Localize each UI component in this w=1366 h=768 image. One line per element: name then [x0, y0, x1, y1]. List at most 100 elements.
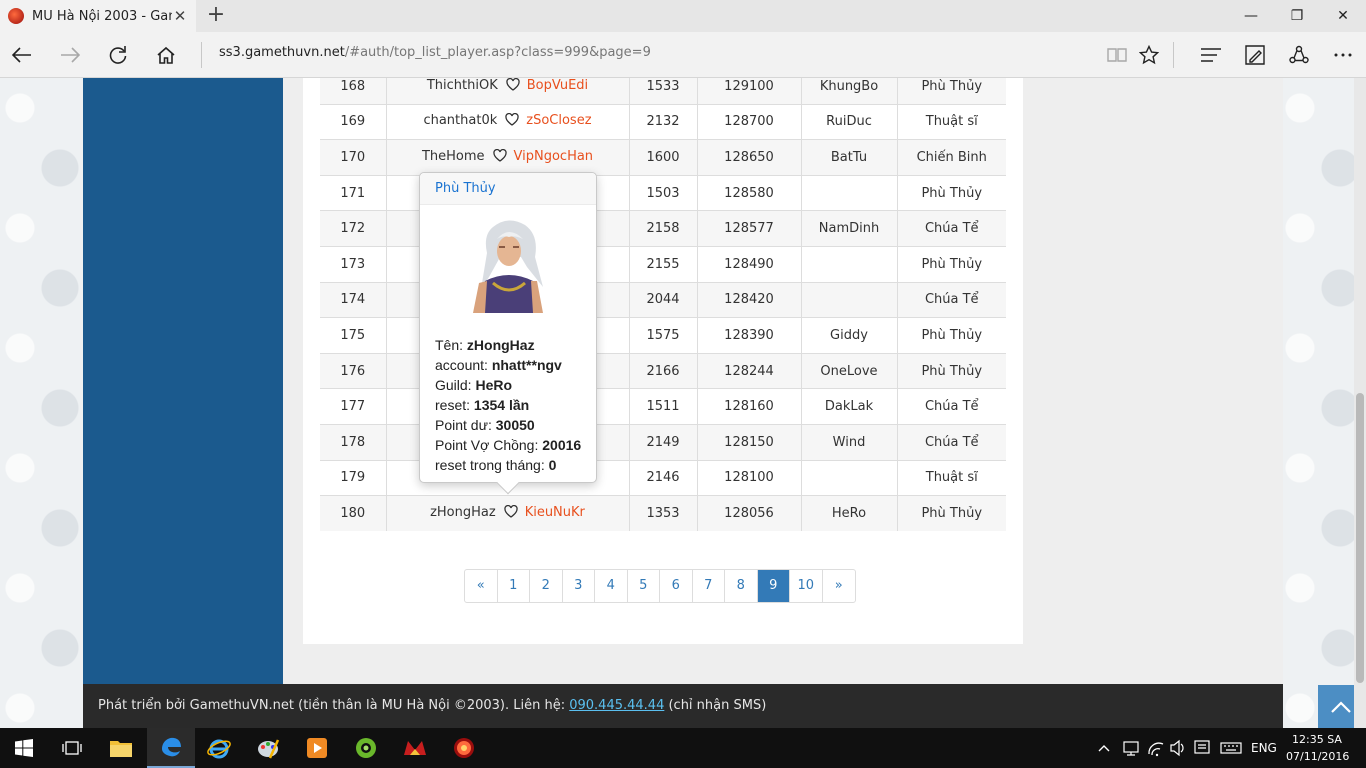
table-row: 168 ThichthiOK BopVuEdi 1533 129100 KhungBo Ph…	[320, 78, 1006, 105]
partner-name-link[interactable]: KieuNuKr	[525, 505, 585, 520]
language-indicator[interactable]: ENG	[1251, 728, 1277, 768]
mu-game-icon[interactable]	[440, 728, 488, 768]
resets-cell: 2149	[629, 423, 698, 461]
wifi-icon[interactable]	[1147, 728, 1165, 768]
guild-cell	[801, 281, 898, 318]
popover-line-guild: Guild: HeRo	[435, 377, 513, 393]
class-cell: Chúa Tể	[897, 388, 1006, 425]
class-cell: Chúa Tể	[897, 210, 1006, 247]
player-name-link[interactable]: zHongHaz	[430, 505, 496, 520]
system-clock[interactable]: 12:35 SA 07/11/2016	[1286, 731, 1349, 765]
footer-sms-note: (chỉ nhận SMS)	[664, 698, 767, 713]
toolbar-divider	[1173, 42, 1174, 68]
resets-cell: 2158	[629, 210, 698, 247]
class-cell: Thuật sĩ	[897, 103, 1006, 140]
player-name-link[interactable]: chanthat0k	[423, 113, 497, 128]
paint-icon[interactable]	[244, 728, 292, 768]
media-player-icon[interactable]	[293, 728, 341, 768]
network-wired-icon[interactable]	[1122, 728, 1140, 768]
mu-online-icon[interactable]	[391, 728, 439, 768]
rank-cell: 179	[320, 459, 387, 496]
guild-cell: OneLove	[801, 352, 898, 389]
browser-navbar: ss3.gamethuvn.net/#auth/top_list_player.…	[0, 32, 1366, 78]
task-view-icon[interactable]	[48, 728, 96, 768]
guild-cell: Giddy	[801, 317, 898, 354]
pagination-page-8[interactable]: 8	[725, 570, 758, 602]
player-couple-cell: TheHome VipNgocHan	[386, 139, 630, 176]
guild-cell: BatTu	[801, 139, 898, 176]
pagination-page-4[interactable]: 4	[595, 570, 628, 602]
rank-cell: 173	[320, 245, 387, 283]
pagination-page-5[interactable]: 5	[628, 570, 660, 602]
page-viewport: 168 ThichthiOK BopVuEdi 1533 129100 KhungBo Ph…	[0, 78, 1366, 728]
player-name-link[interactable]: ThichthiOK	[427, 78, 498, 93]
action-center-icon[interactable]	[1193, 728, 1211, 768]
reading-view-icon[interactable]	[1101, 39, 1133, 71]
guild-cell: HeRo	[801, 495, 898, 532]
star-icon[interactable]	[1133, 39, 1165, 71]
table-row: 169 chanthat0k zSoClosez 2132 128700 RuiDuc Th…	[320, 103, 1006, 140]
character-avatar	[473, 220, 543, 313]
windows-taskbar: ENG 12:35 SA 07/11/2016	[0, 728, 1366, 768]
points-cell: 128650	[697, 139, 802, 176]
class-cell: Phù Thủy	[897, 245, 1006, 283]
new-tab-icon[interactable]: +	[204, 4, 228, 28]
rank-cell: 170	[320, 139, 387, 176]
partner-name-link[interactable]: VipNgocHan	[514, 149, 594, 164]
rank-cell: 174	[320, 281, 387, 318]
points-cell: 128420	[697, 281, 802, 318]
internet-explorer-icon[interactable]	[195, 728, 243, 768]
pagination-page-2[interactable]: 2	[530, 570, 563, 602]
scrollbar-thumb[interactable]	[1356, 393, 1364, 683]
footer-phone-link[interactable]: 090.445.44.44	[569, 698, 664, 713]
rank-cell: 178	[320, 423, 387, 461]
refresh-icon[interactable]	[102, 39, 134, 71]
partner-name-link[interactable]: BopVuEdi	[527, 78, 588, 93]
address-bar[interactable]: ss3.gamethuvn.net/#auth/top_list_player.…	[219, 45, 651, 60]
web-note-icon[interactable]	[1239, 39, 1271, 71]
page-scrollbar[interactable]	[1354, 78, 1366, 728]
resets-cell: 2166	[629, 352, 698, 389]
file-explorer-icon[interactable]	[97, 728, 145, 768]
heart-icon	[504, 505, 518, 522]
partner-name-link[interactable]: zSoClosez	[526, 113, 591, 128]
minimize-icon[interactable]: —	[1228, 0, 1274, 32]
pagination-page-6[interactable]: 6	[660, 570, 693, 602]
home-icon[interactable]	[150, 39, 182, 71]
player-name-link[interactable]: TheHome	[422, 149, 485, 164]
edge-browser-icon[interactable]	[147, 728, 195, 768]
pagination-page-3[interactable]: 3	[563, 570, 595, 602]
more-icon[interactable]	[1327, 39, 1359, 71]
address-divider	[201, 42, 202, 68]
popover-details: Tên: zHongHaz account: nhatt**ngv Guild:…	[435, 335, 581, 475]
windows-start-icon[interactable]	[0, 728, 48, 768]
forward-arrow-icon[interactable]	[54, 39, 86, 71]
pagination-next[interactable]: »	[823, 570, 856, 602]
back-arrow-icon[interactable]	[6, 39, 38, 71]
tab-close-icon[interactable]: ✕	[170, 6, 190, 26]
hub-icon[interactable]	[1195, 39, 1227, 71]
keyboard-icon[interactable]	[1220, 728, 1242, 768]
rank-cell: 172	[320, 210, 387, 247]
points-cell: 128390	[697, 317, 802, 354]
pagination-page-10[interactable]: 10	[790, 570, 823, 602]
volume-icon[interactable]	[1169, 728, 1187, 768]
resets-cell: 1503	[629, 174, 698, 211]
pagination-page-1[interactable]: 1	[498, 570, 530, 602]
browser-tab[interactable]: MU Hà Nội 2003 - Gam ✕	[0, 0, 196, 32]
restore-icon[interactable]: ❐	[1274, 0, 1320, 32]
pagination-page-9-current[interactable]: 9	[757, 570, 790, 602]
rank-cell: 180	[320, 495, 387, 532]
window-close-icon[interactable]: ✕	[1320, 0, 1366, 32]
class-cell: Phù Thủy	[897, 317, 1006, 354]
rank-cell: 171	[320, 174, 387, 211]
left-sidebar	[83, 78, 283, 684]
coc-coc-browser-icon[interactable]	[342, 728, 390, 768]
share-icon[interactable]	[1283, 39, 1315, 71]
table-row: 170 TheHome VipNgocHan 1600 128650 BatTu Chiến…	[320, 139, 1006, 176]
tray-chevron-up-icon[interactable]	[1097, 728, 1111, 768]
pagination-prev[interactable]: «	[465, 570, 498, 602]
points-cell: 128580	[697, 174, 802, 211]
pagination-page-7[interactable]: 7	[693, 570, 725, 602]
player-info-popover: Phù Thủy Tên: zHongHaz account: nhatt**n…	[419, 172, 597, 495]
